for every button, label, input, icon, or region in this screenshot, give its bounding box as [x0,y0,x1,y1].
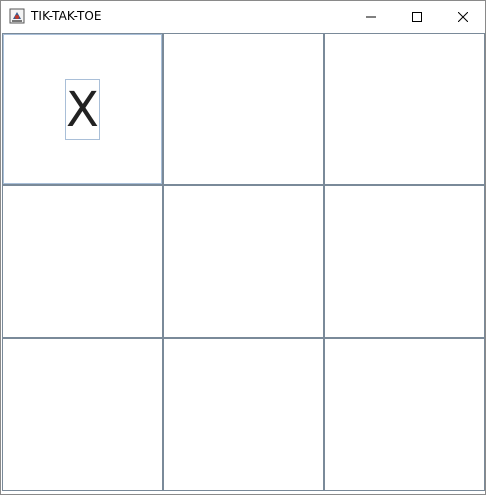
window-title: TIK-TAK-TOE [31,9,102,23]
board-cell-r1-c2[interactable] [163,33,324,185]
board-cell-r3-c3[interactable] [324,338,485,491]
board-cell-r2-c2[interactable] [163,185,324,338]
board-cell-r3-c1[interactable] [2,338,163,491]
board-cell-r1-c3[interactable] [324,33,485,185]
minimize-button[interactable] [348,1,394,32]
maximize-icon [412,11,422,22]
maximize-button[interactable] [394,1,440,32]
close-button[interactable] [440,1,486,32]
game-board: X [1,32,485,492]
board-cell-r3-c2[interactable] [163,338,324,491]
minimize-icon [366,16,376,17]
board-cell-r2-c3[interactable] [324,185,485,338]
java-app-icon [9,8,25,24]
board-cell-r2-c1[interactable] [2,185,163,338]
cell-mark: X [65,79,100,140]
app-window: TIK-TAK-TOE X [0,0,486,495]
board-cell-r1-c1[interactable]: X [2,33,163,185]
close-icon [458,11,468,22]
title-bar[interactable]: TIK-TAK-TOE [1,1,485,32]
